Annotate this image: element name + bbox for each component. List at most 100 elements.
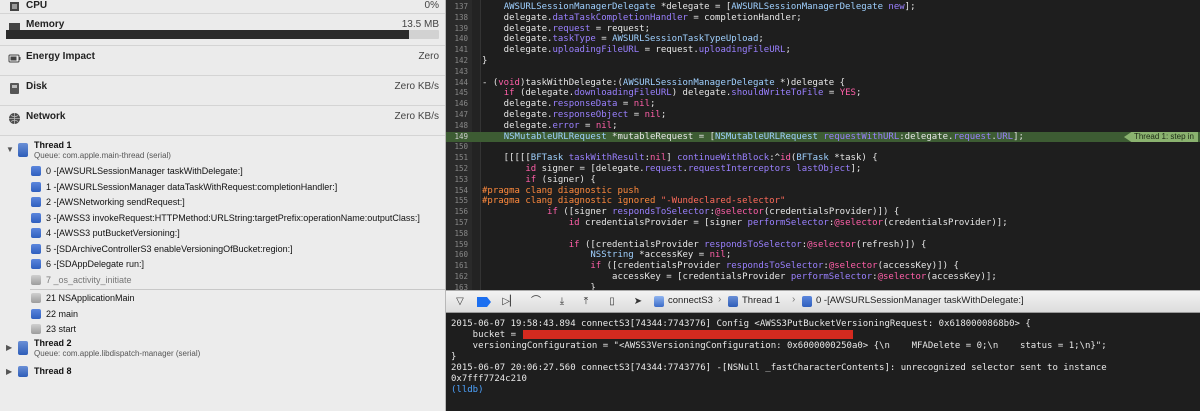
stack-frame[interactable]: 23 start (0, 322, 445, 338)
stack-frame[interactable]: 4 -[AWSS3 putBucketVersioning:] (0, 226, 445, 242)
app-icon (654, 296, 664, 307)
stack-frame[interactable]: 6 -[SDAppDelegate run:] (0, 257, 445, 273)
code-line[interactable]: 138 delegate.dataTaskCompletionHandler =… (446, 13, 1200, 24)
step-into-icon[interactable]: ⤓ (554, 294, 570, 309)
gauge-energy[interactable]: Energy Impact Zero (0, 46, 445, 76)
code-line[interactable]: 156 if ([signer respondsToSelector:@sele… (446, 207, 1200, 218)
code-line[interactable]: 151 [[[[[BFTask taskWithResult:nil] cont… (446, 153, 1200, 164)
console-line: 0x7fff7724c210 (451, 374, 527, 384)
breadcrumb-thread[interactable]: Thread 1 (742, 295, 780, 306)
continue-icon[interactable]: ▷▏ (502, 294, 518, 309)
code-line[interactable]: 147 delegate.responseObject = nil; (446, 110, 1200, 121)
gauge-network-value: Zero KB/s (394, 111, 439, 122)
code-line[interactable]: 142} (446, 56, 1200, 67)
gauge-network[interactable]: Network Zero KB/s (0, 106, 445, 136)
thread-1-queue: Queue: com.apple.main-thread (serial) (34, 151, 171, 160)
breadcrumb-process[interactable]: connectS3 (668, 295, 713, 306)
code-line[interactable]: 144- (void)taskWithDelegate:(AWSURLSessi… (446, 78, 1200, 89)
thread-8-name: Thread 8 (34, 365, 72, 376)
thread-2[interactable]: ▶ Thread 2 Queue: com.apple.libdispatch-… (0, 338, 445, 362)
gauge-disk[interactable]: Disk Zero KB/s (0, 76, 445, 106)
stack-frame[interactable]: 0 -[AWSURLSessionManager taskWithDelegat… (0, 164, 445, 180)
hide-debug-area-icon[interactable]: ▽ (452, 294, 468, 309)
thread-2-queue: Queue: com.apple.libdispatch-manager (se… (34, 348, 201, 358)
stack-frame[interactable]: 21 NSApplicationMain (0, 291, 445, 307)
gauge-network-label: Network (26, 111, 66, 122)
gauge-energy-label: Energy Impact (26, 51, 95, 62)
user-frame-icon (31, 166, 41, 176)
thread-step-badge[interactable]: Thread 1: step in (1123, 131, 1198, 143)
disk-icon (10, 83, 19, 94)
stack-frame[interactable]: 1 -[AWSURLSessionManager dataTaskWithReq… (0, 180, 445, 196)
disclosure-closed-icon[interactable]: ▶ (6, 343, 12, 352)
code-line[interactable]: 163 } (446, 283, 1200, 290)
console-line: versioningConfiguration = "<AWSS3Version… (451, 341, 1107, 351)
code-line[interactable]: 137 AWSURLSessionManagerDelegate *delega… (446, 2, 1200, 13)
user-frame-icon (31, 212, 41, 223)
thread-icon (18, 340, 28, 355)
energy-icon (8, 54, 21, 63)
code-line[interactable]: 159 if ([credentialsProvider respondsToS… (446, 240, 1200, 251)
thread-icon (18, 143, 28, 157)
stack-frame[interactable]: 5 -[SDArchiveControllerS3 enableVersioni… (0, 242, 445, 258)
step-over-icon[interactable]: ⌒ (528, 294, 544, 309)
step-out-icon[interactable]: ⤒ (578, 294, 594, 309)
code-line[interactable]: 157 id credentialsProvider = [signer per… (446, 218, 1200, 229)
code-line[interactable]: 154 #pragma clang diagnostic push (446, 186, 1200, 197)
stack-frame[interactable]: 22 main (0, 307, 445, 323)
user-frame-icon (31, 308, 41, 319)
code-line[interactable]: 146 delegate.responseData = nil; (446, 99, 1200, 110)
lldb-prompt[interactable]: (lldb) (451, 385, 484, 396)
console-line: 2015-06-07 19:58:43.894 connectS3[74344:… (451, 319, 1031, 329)
debug-navigator: CPU 0% Memory 13.5 MB Energy Impact Zero… (0, 0, 446, 411)
thread-icon (18, 365, 28, 377)
user-frame-icon (31, 243, 41, 254)
stack-frame[interactable]: 7 _os_activity_initiate (0, 273, 445, 289)
current-line[interactable]: 149 NSMutableURLRequest *mutableRequest … (446, 131, 1200, 143)
code-line[interactable]: 145 if (delegate.downloadingFileURL) del… (446, 88, 1200, 99)
code-line[interactable]: 140 delegate.taskType = AWSURLSessionTas… (446, 34, 1200, 45)
source-editor[interactable]: 137 AWSURLSessionManagerDelegate *delega… (446, 0, 1200, 290)
console-line: } (451, 352, 457, 362)
thread-8[interactable]: ▶ Thread 8 (0, 365, 445, 379)
code-line[interactable]: 152 id signer = [delegate.request.reques… (446, 164, 1200, 175)
user-frame-icon (31, 197, 41, 207)
code-line[interactable]: 141 delegate.uploadingFileURL = request.… (446, 45, 1200, 56)
code-line[interactable]: 148 delegate.error = nil; (446, 121, 1200, 132)
thread-1[interactable]: ▼ Thread 1 Queue: com.apple.main-thread … (0, 140, 445, 164)
code-line[interactable]: 162 accessKey = [credentialsProvider per… (446, 272, 1200, 283)
console-line: bucket = (451, 330, 854, 341)
user-frame-icon (31, 259, 41, 269)
console-line: 2015-06-07 20:06:27.560 connectS3[74344:… (451, 363, 1107, 373)
thread-1-frames: 0 -[AWSURLSessionManager taskWithDelegat… (0, 164, 445, 338)
gauge-cpu[interactable]: CPU 0% (0, 0, 445, 14)
code-line[interactable]: 161 if ([credentialsProvider respondsToS… (446, 261, 1200, 272)
code-line[interactable]: 143 (446, 67, 1200, 78)
breadcrumb-chevron-icon: › (792, 294, 796, 305)
user-frame-icon (31, 228, 41, 238)
code-line[interactable]: 150 (446, 142, 1200, 153)
disclosure-open-icon[interactable]: ▼ (6, 145, 14, 154)
gauge-disk-value: Zero KB/s (394, 81, 439, 92)
code-line[interactable]: 158 (446, 229, 1200, 240)
cpu-icon (10, 2, 19, 11)
disclosure-closed-icon[interactable]: ▶ (6, 367, 12, 376)
system-frame-icon (31, 293, 41, 303)
breadcrumb-frame[interactable]: 0 -[AWSURLSessionManager taskWithDelegat… (816, 295, 1024, 306)
stack-frame[interactable]: 2 -[AWSNetworking sendRequest:] (0, 195, 445, 211)
code-line[interactable]: 160 NSString *accessKey = nil; (446, 250, 1200, 261)
location-icon[interactable]: ➤ (630, 294, 646, 309)
network-globe-icon (9, 113, 20, 124)
view-hierarchy-icon[interactable]: ▯ (604, 294, 620, 309)
code-line[interactable]: 153 if (signer) { (446, 175, 1200, 186)
thread-icon (728, 296, 738, 307)
code-line[interactable]: 139 delegate.request = request; (446, 24, 1200, 35)
gauge-memory[interactable]: Memory 13.5 MB (0, 14, 445, 46)
code-line[interactable]: 155 #pragma clang diagnostic ignored "-Wu… (446, 196, 1200, 207)
gauge-cpu-label: CPU (26, 0, 48, 11)
breakpoints-toggle-icon[interactable] (476, 294, 492, 309)
stack-frame[interactable]: 3 -[AWSS3 invokeRequest:HTTPMethod:URLSt… (0, 211, 445, 227)
gauge-disk-label: Disk (26, 81, 48, 92)
frames-divider (30, 289, 445, 290)
debug-console[interactable]: 2015-06-07 19:58:43.894 connectS3[74344:… (446, 313, 1200, 411)
